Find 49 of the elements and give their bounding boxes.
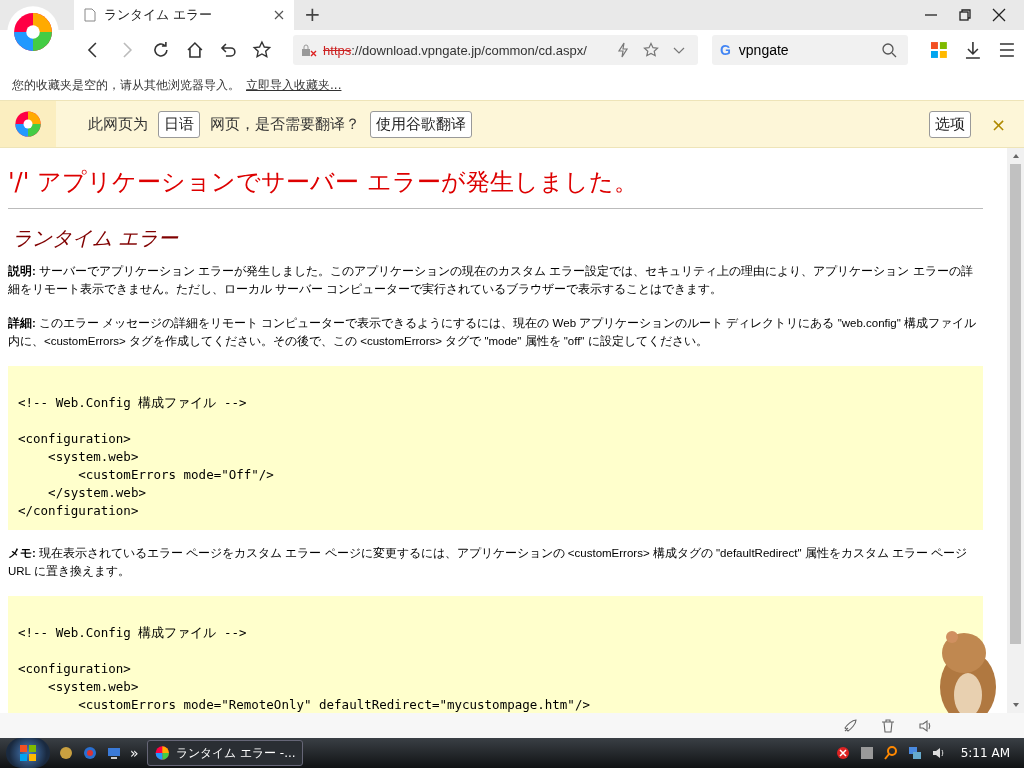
bookmarks-message: 您的收藏夹是空的，请从其他浏览器导入。 [12, 76, 240, 94]
close-tab-icon[interactable] [274, 10, 284, 20]
restore-icon[interactable] [958, 8, 972, 22]
scroll-down-icon[interactable] [1011, 702, 1020, 708]
scroll-thumb[interactable] [1010, 164, 1021, 644]
windows-logo-icon[interactable] [18, 743, 38, 763]
quick-launch-icon[interactable] [82, 745, 98, 761]
search-field[interactable]: G vpngate [711, 35, 909, 65]
tray-icon[interactable] [858, 745, 875, 761]
scroll-up-icon[interactable] [1011, 153, 1020, 159]
more-icon[interactable]: » [130, 745, 139, 761]
browser-tab[interactable]: ランタイム エラー [74, 0, 294, 30]
language-button[interactable]: 日语 [158, 110, 200, 138]
code-comment: <!-- Web.Config 構成ファイル --> [18, 394, 248, 412]
code-text: <configuration> <system.web> <customErrors mode="Off"/> </system.web> </configuration> [18, 430, 275, 520]
network-icon[interactable] [906, 745, 923, 761]
search-icon[interactable] [881, 42, 898, 58]
paragraph: 詳細: このエラー メッセージの詳細をリモート コンピューターで表示できるようにするには、現在の Web アプリケーションのルート ディレクトリにある "web.config" 構成ファイル内に、<customErrors> タグを作成してください。その後で、この <customErrors> タグで "mode" 属性を "off" に設定してください。 [8, 316, 977, 349]
translate-prompt: 网页，是否需要翻译？ [209, 114, 361, 134]
home-icon[interactable] [184, 40, 205, 60]
code-text: <configuration> <system.web> <customErrors mode="RemoteOnly" defaultRedirect="mycustompage.htm"/> [18, 660, 591, 713]
rocket-icon[interactable] [842, 717, 858, 734]
quick-launch-icon[interactable] [58, 745, 74, 761]
scrollbar[interactable] [1007, 148, 1024, 713]
desktop-icon[interactable] [106, 745, 122, 761]
paragraph: 説明: サーバーでアプリケーション エラーが発生しました。このアプリケーションの現在のカスタム エラー設定では、セキュリティ上の理由により、アプリケーション エラーの詳細をリモート表示できません。ただし、ローカル サーバー コンピューターで実行されているブラウザーで表示することはできます。 [8, 264, 974, 297]
trash-icon[interactable] [880, 717, 896, 734]
error-heading: '/' アプリケーションでサーバー エラーが発生しました。 [8, 166, 983, 209]
menu-icon[interactable] [997, 40, 1017, 60]
new-tab-button[interactable]: + [294, 0, 331, 30]
options-button[interactable]: 选项 [928, 110, 971, 138]
star-icon[interactable] [642, 42, 659, 58]
apps-grid-icon[interactable] [929, 40, 950, 60]
start-button[interactable] [6, 738, 50, 768]
page-icon [84, 8, 96, 22]
import-bookmarks-link[interactable]: 立即导入收藏夹... [246, 76, 342, 94]
browser-logo [153, 744, 171, 762]
star-icon[interactable] [252, 40, 273, 60]
taskbar-window-button[interactable]: ランタイム エラー -... [146, 740, 303, 766]
translate-prompt: 此网页为 [87, 114, 149, 134]
search-icon[interactable] [882, 745, 899, 761]
code-comment: <!-- Web.Config 構成ファイル --> [18, 624, 248, 642]
close-icon[interactable] [992, 8, 1006, 22]
clock[interactable]: 5:11 AM [960, 746, 1010, 760]
shield-icon[interactable] [834, 745, 851, 761]
paragraph: メモ: 現在表示されているエラー ページをカスタム エラー ページに変更するには、アプリケーションの <customErrors> 構成タグの "defaultRedirect" 属性をカスタム エラー ページ URL に置き換えます。 [8, 546, 969, 579]
address-bar[interactable]: https://download.vpngate.jp/common/cd.aspx/ [293, 35, 698, 65]
translate-button[interactable]: 使用谷歌翻译 [370, 110, 472, 138]
error-subheading: ランタイム エラー [12, 225, 180, 252]
